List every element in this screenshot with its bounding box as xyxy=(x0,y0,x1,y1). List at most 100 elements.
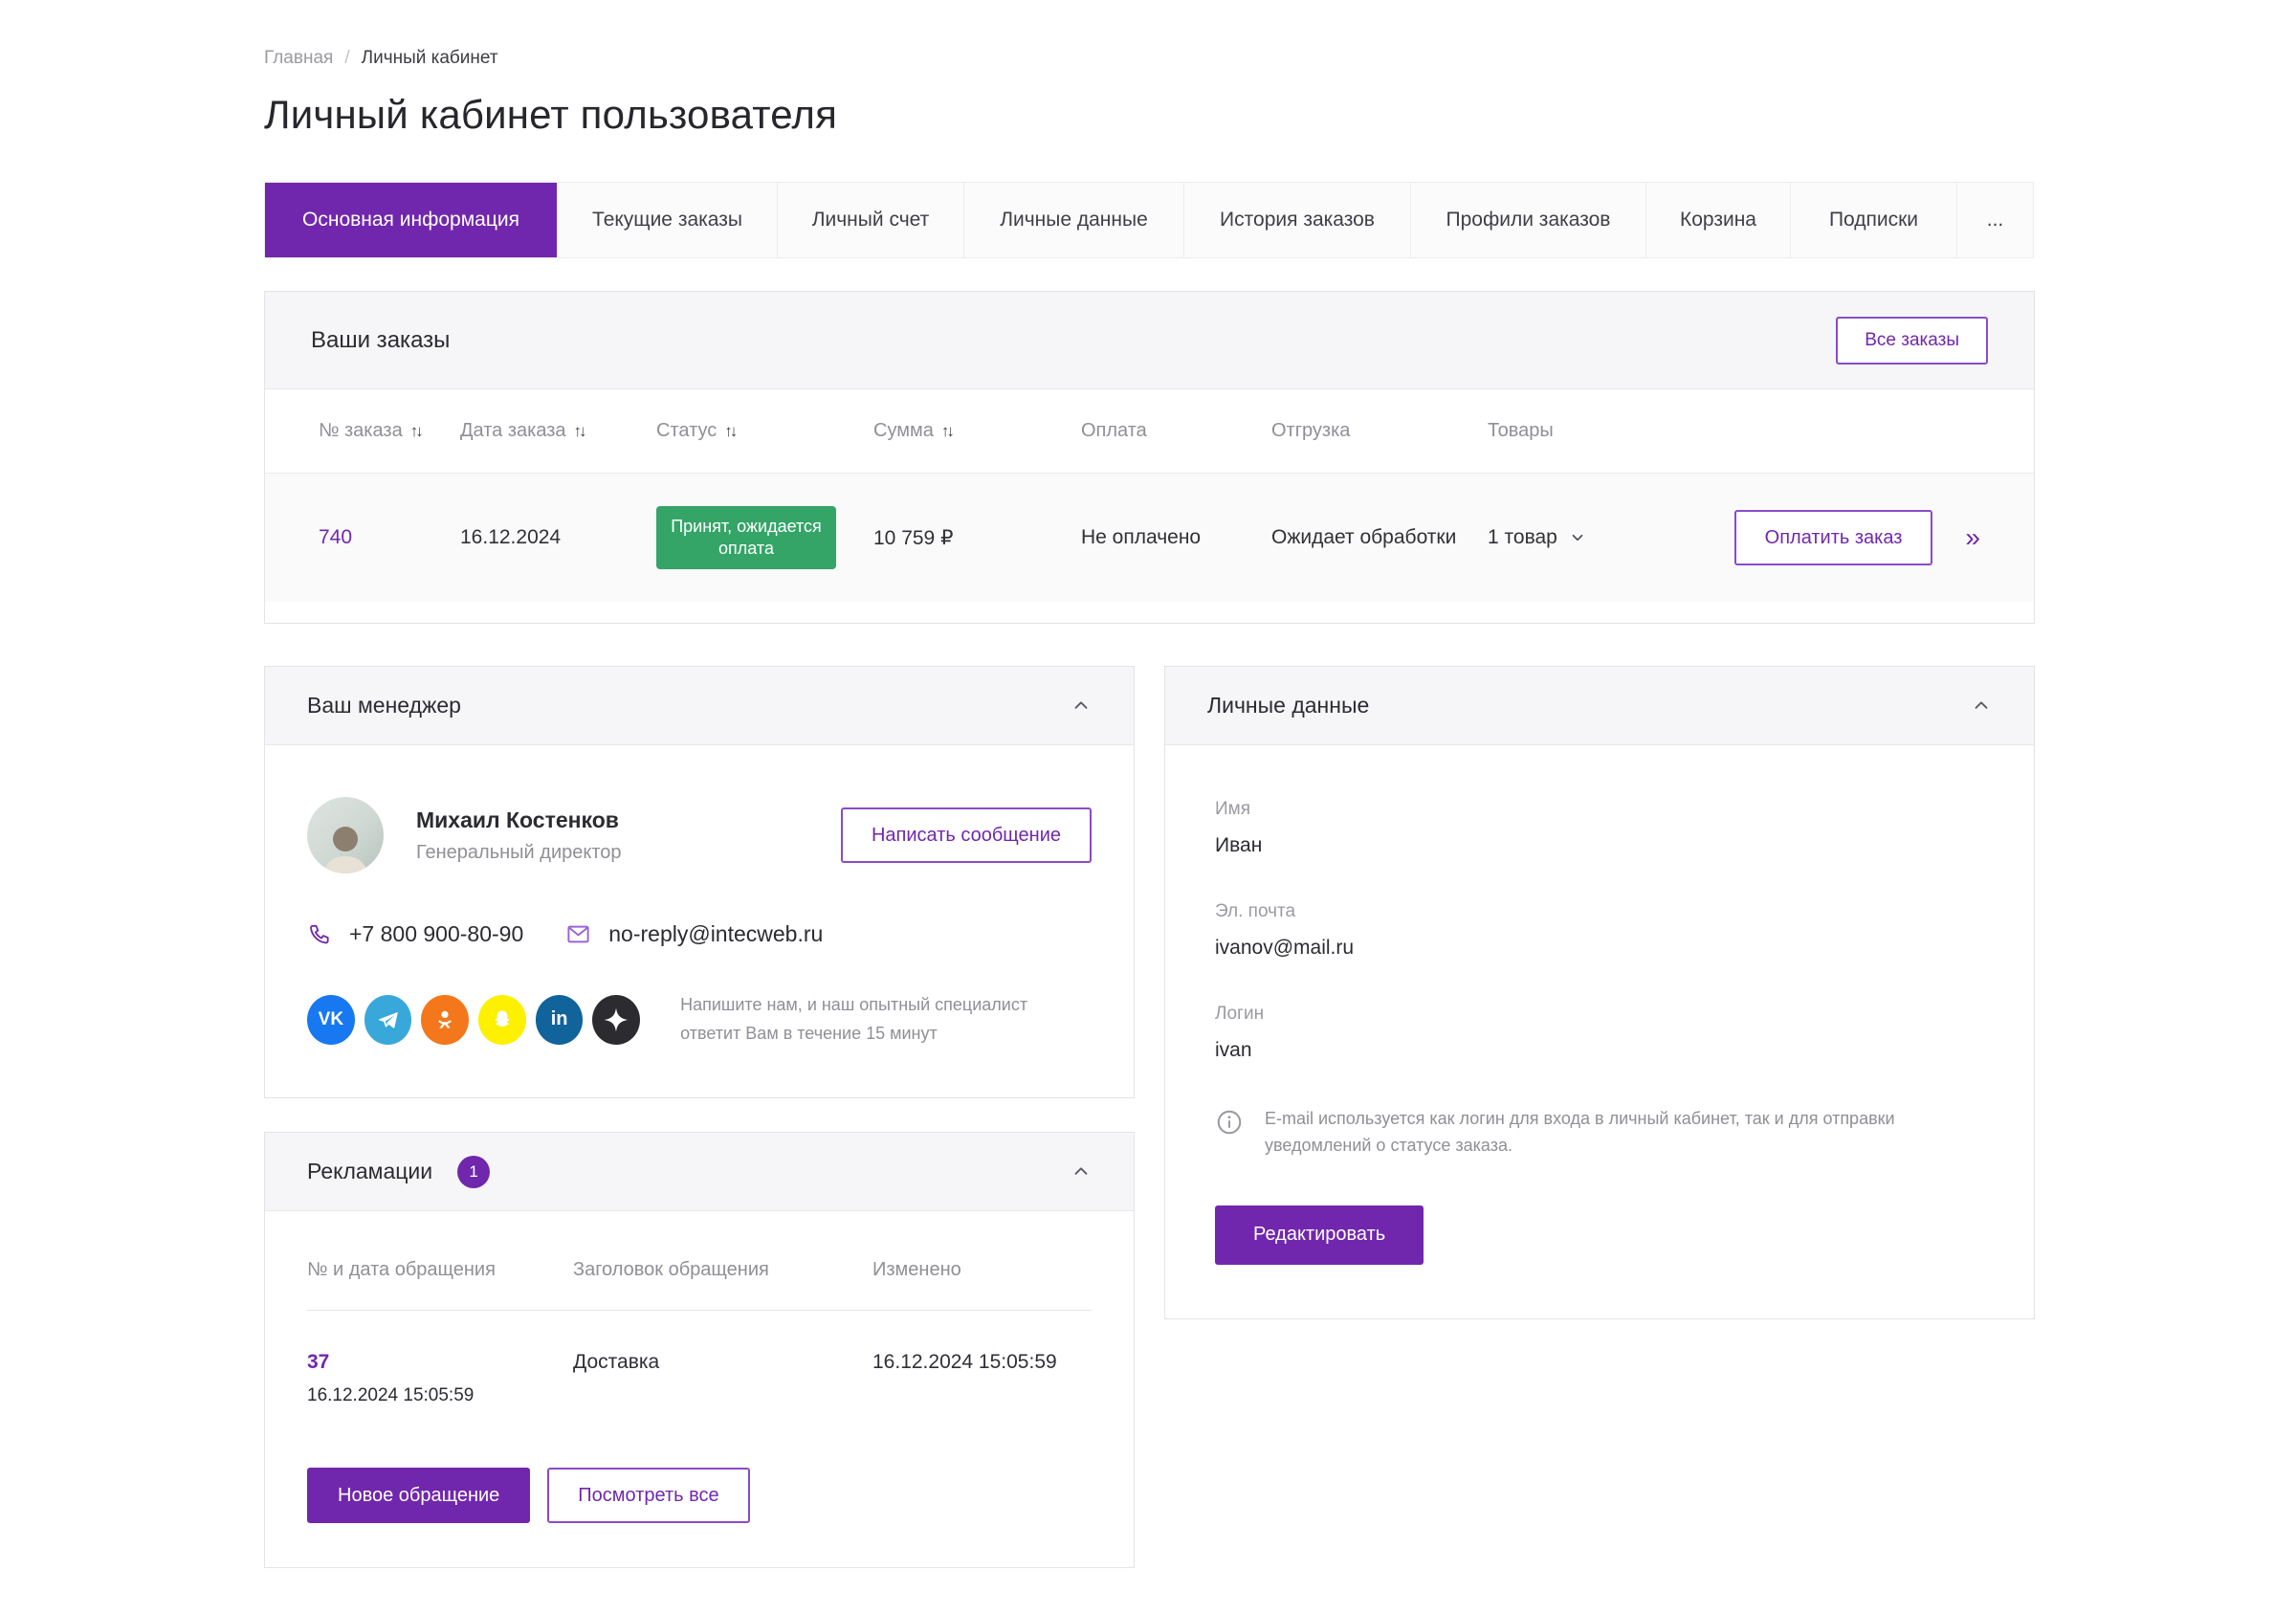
mail-icon xyxy=(565,921,591,947)
sort-icon[interactable]: ↑↓ xyxy=(410,422,424,441)
vk-label: VK xyxy=(319,1009,343,1030)
personal-note: E-mail используется как логин для входа … xyxy=(1265,1106,1973,1160)
chevron-down-icon xyxy=(1569,529,1586,546)
claim-subject: Доставка xyxy=(573,1351,872,1406)
collapse-icon[interactable] xyxy=(1071,696,1092,717)
linkedin-label: in xyxy=(551,1008,568,1030)
col-shipment: Отгрузка xyxy=(1271,420,1350,442)
person-silhouette-icon xyxy=(315,818,376,873)
order-payment: Не оплачено xyxy=(1081,526,1271,549)
breadcrumb-current: Личный кабинет xyxy=(362,48,498,69)
manager-name: Михаил Костенков xyxy=(416,807,622,833)
breadcrumb: Главная / Личный кабинет xyxy=(264,48,2035,69)
tab-order-history[interactable]: История заказов xyxy=(1184,183,1411,257)
tab-order-profiles[interactable]: Профили заказов xyxy=(1411,183,1646,257)
tab-subscriptions[interactable]: Подписки xyxy=(1791,183,1957,257)
claims-title: Рекламации xyxy=(307,1159,432,1184)
claims-col-changed: Изменено xyxy=(872,1259,1092,1281)
manager-phone-link[interactable]: +7 800 900-80-90 xyxy=(307,921,523,947)
vk-icon[interactable]: VK xyxy=(307,995,355,1045)
col-sum: Сумма xyxy=(873,420,934,442)
odnoklassniki-icon[interactable] xyxy=(421,995,469,1045)
name-field-value: Иван xyxy=(1215,834,1984,857)
manager-email: no-reply@intecweb.ru xyxy=(608,921,823,947)
claims-count-badge: 1 xyxy=(457,1156,490,1188)
personal-data-panel: Личные данные Имя Иван Эл. почта ivanov@… xyxy=(1164,666,2035,1319)
login-field-value: ivan xyxy=(1215,1039,1984,1062)
orders-panel-header: Ваши заказы Все заказы xyxy=(265,292,2034,389)
write-message-button[interactable]: Написать сообщение xyxy=(841,807,1092,863)
email-field-label: Эл. почта xyxy=(1215,901,1984,922)
order-more-chevrons[interactable]: » xyxy=(1965,524,1980,551)
edit-button[interactable]: Редактировать xyxy=(1215,1205,1424,1265)
personal-panel-header: Личные данные xyxy=(1165,667,2034,745)
breadcrumb-home[interactable]: Главная xyxy=(264,48,333,69)
four-point-star-glyph xyxy=(602,1006,630,1034)
col-status: Статус xyxy=(656,420,717,442)
sort-icon[interactable]: ↑↓ xyxy=(574,422,587,441)
claim-row: 37 16.12.2024 15:05:59 Доставка 16.12.20… xyxy=(307,1351,1092,1406)
manager-body: Михаил Костенков Генеральный директор На… xyxy=(265,745,1134,1097)
email-field-value: ivanov@mail.ru xyxy=(1215,937,1984,960)
snapchat-icon[interactable] xyxy=(478,995,526,1045)
order-status-badge: Принят, ожидается оплата xyxy=(656,506,836,570)
tab-main-info[interactable]: Основная информация xyxy=(265,183,558,257)
telegram-icon[interactable] xyxy=(364,995,412,1045)
personal-body: Имя Иван Эл. почта ivanov@mail.ru Логин … xyxy=(1165,745,2034,1318)
claim-date: 16.12.2024 15:05:59 xyxy=(307,1385,573,1406)
pay-order-button[interactable]: Оплатить заказ xyxy=(1734,510,1933,565)
collapse-icon[interactable] xyxy=(1071,1161,1092,1183)
claims-panel-header: Рекламации 1 xyxy=(265,1133,1134,1211)
info-icon xyxy=(1215,1108,1244,1137)
order-shipment: Ожидает обработки xyxy=(1271,526,1488,549)
tab-cart[interactable]: Корзина xyxy=(1646,183,1791,257)
order-sum: 10 759 ₽ xyxy=(873,526,1081,550)
linkedin-icon[interactable]: in xyxy=(536,995,584,1045)
col-order-number: № заказа xyxy=(319,420,403,442)
claims-col-number-date: № и дата обращения xyxy=(307,1259,573,1281)
sort-icon[interactable]: ↑↓ xyxy=(724,422,738,441)
sort-icon[interactable]: ↑↓ xyxy=(941,422,955,441)
page-title: Личный кабинет пользователя xyxy=(264,92,2035,138)
manager-panel-header: Ваш менеджер xyxy=(265,667,1134,745)
order-goods-label: 1 товар xyxy=(1488,526,1557,549)
tab-personal-account[interactable]: Личный счет xyxy=(778,183,964,257)
collapse-icon[interactable] xyxy=(1971,696,1992,717)
order-date: 16.12.2024 xyxy=(460,526,656,549)
all-orders-button[interactable]: Все заказы xyxy=(1836,317,1988,365)
claim-changed: 16.12.2024 15:05:59 xyxy=(872,1351,1092,1406)
orders-table-header: № заказа ↑↓ Дата заказа ↑↓ Статус ↑↓ Сумма ↑… xyxy=(265,389,2034,474)
col-payment: Оплата xyxy=(1081,420,1147,442)
phone-icon xyxy=(307,922,332,947)
claim-number-link[interactable]: 37 xyxy=(307,1351,573,1374)
ghost-glyph xyxy=(490,1007,515,1032)
claims-panel: Рекламации 1 № и дата обращения Заголово… xyxy=(264,1132,1135,1568)
personal-title: Личные данные xyxy=(1207,693,1369,719)
tab-bar: Основная информация Текущие заказы Личны… xyxy=(264,182,2034,258)
claims-body: № и дата обращения Заголовок обращения И… xyxy=(265,1211,1134,1567)
manager-email-link[interactable]: no-reply@intecweb.ru xyxy=(565,921,823,947)
ok-person-glyph xyxy=(433,1008,456,1031)
paper-plane-glyph xyxy=(376,1007,401,1032)
zen-icon[interactable] xyxy=(592,995,640,1045)
claims-col-subject: Заголовок обращения xyxy=(573,1259,872,1281)
manager-avatar xyxy=(307,797,384,873)
manager-title: Ваш менеджер xyxy=(307,693,461,719)
page-container: Главная / Личный кабинет Личный кабинет … xyxy=(264,0,2035,1568)
manager-role: Генеральный директор xyxy=(416,842,622,864)
new-claim-button[interactable]: Новое обращение xyxy=(307,1468,530,1523)
col-order-date: Дата заказа xyxy=(460,420,566,442)
login-field-label: Логин xyxy=(1215,1004,1984,1025)
orders-title: Ваши заказы xyxy=(311,327,450,354)
order-goods-dropdown[interactable]: 1 товар xyxy=(1488,526,1669,549)
order-row: 740 16.12.2024 Принят, ожидается оплата … xyxy=(265,474,2034,602)
order-number-link[interactable]: 740 xyxy=(319,526,352,548)
manager-phone: +7 800 900-80-90 xyxy=(349,921,523,947)
col-goods: Товары xyxy=(1488,420,1554,442)
manager-panel: Ваш менеджер Михаил Костенков xyxy=(264,666,1135,1098)
name-field-label: Имя xyxy=(1215,799,1984,820)
tab-current-orders[interactable]: Текущие заказы xyxy=(558,183,778,257)
view-all-claims-button[interactable]: Посмотреть все xyxy=(547,1468,749,1523)
tab-more[interactable]: ... xyxy=(1957,183,2034,257)
tab-personal-data[interactable]: Личные данные xyxy=(964,183,1184,257)
